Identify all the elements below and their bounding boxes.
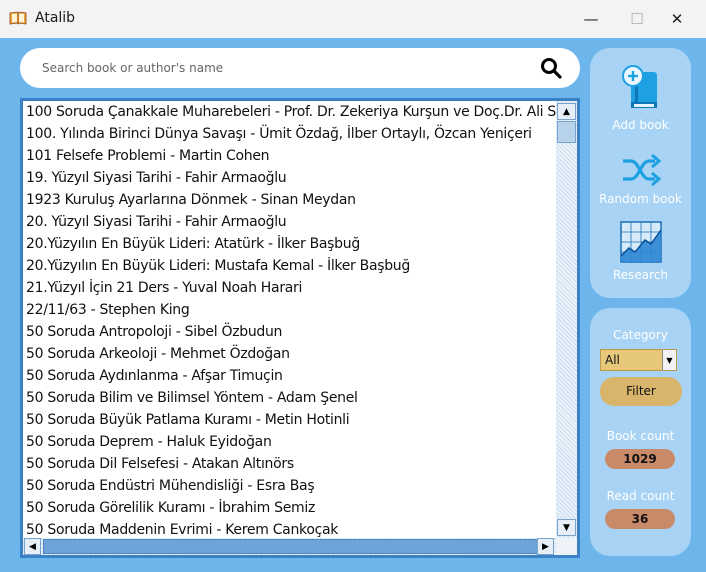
- research-label: Research: [612, 268, 669, 282]
- research-button[interactable]: Research: [590, 220, 691, 282]
- book-list-item[interactable]: 50 Soruda Bilim ve Bilimsel Yöntem - Ada…: [23, 387, 556, 409]
- search-bar: Search book or author's name: [20, 48, 580, 88]
- book-list-item[interactable]: 50 Soruda Dil Felsefesi - Atakan Altınör…: [23, 453, 556, 475]
- read-count-badge: 36: [605, 509, 675, 529]
- book-list[interactable]: 100 Soruda Çanakkale Muharebeleri - Prof…: [20, 98, 580, 558]
- book-list-item[interactable]: 50 Soruda Deprem - Haluk Eyidoğan: [23, 431, 556, 453]
- minimize-button[interactable]: —: [568, 0, 614, 38]
- read-count-label: Read count: [606, 489, 675, 503]
- maximize-icon: ☐: [630, 10, 644, 28]
- book-app-icon: [9, 11, 27, 25]
- title-bar: Atalib — ☐ ✕: [0, 0, 706, 38]
- book-count-label: Book count: [606, 429, 675, 443]
- search-icon[interactable]: [540, 57, 562, 79]
- category-select[interactable]: All ▼: [600, 349, 677, 371]
- add-book-label: Add book: [612, 118, 669, 132]
- minimize-icon: —: [583, 10, 599, 28]
- close-button[interactable]: ✕: [654, 0, 700, 38]
- search-input[interactable]: Search book or author's name: [42, 61, 223, 75]
- book-list-item[interactable]: 50 Soruda Büyük Patlama Kuramı - Metin H…: [23, 409, 556, 431]
- book-list-item[interactable]: 1923 Kuruluş Ayarlarına Dönmek - Sinan M…: [23, 189, 556, 211]
- book-list-item[interactable]: 101 Felsefe Problemi - Martin Cohen: [23, 145, 556, 167]
- book-list-item[interactable]: 50 Soruda Görelilik Kuramı - İbrahim Sem…: [23, 497, 556, 519]
- scrollbar-corner: [556, 538, 577, 555]
- scroll-up-button[interactable]: ▲: [557, 103, 576, 120]
- book-list-item[interactable]: 19. Yüzyıl Siyasi Tarihi - Fahir Armaoğl…: [23, 167, 556, 189]
- book-list-item[interactable]: 50 Soruda Arkeoloji - Mehmet Özdoğan: [23, 343, 556, 365]
- filter-panel: Category All ▼ Filter Book count 1029 Re…: [590, 308, 691, 556]
- book-list-item[interactable]: 20. Yüzyıl Siyasi Tarihi - Fahir Armaoğl…: [23, 211, 556, 233]
- book-list-item[interactable]: 21.Yüzyıl İçin 21 Ders - Yuval Noah Hara…: [23, 277, 556, 299]
- book-count-badge: 1029: [605, 449, 675, 469]
- book-list-item[interactable]: 50 Soruda Aydınlanma - Afşar Timuçin: [23, 365, 556, 387]
- add-book-icon: [621, 65, 657, 108]
- chevron-down-icon[interactable]: ▼: [662, 350, 676, 370]
- chart-research-icon: [619, 221, 662, 263]
- tools-panel: Add book Random book Research: [590, 48, 691, 298]
- random-book-button[interactable]: Random book: [590, 152, 691, 206]
- filter-button[interactable]: Filter: [600, 377, 682, 406]
- horizontal-scroll-thumb[interactable]: [43, 539, 538, 554]
- book-list-item[interactable]: 100 Soruda Çanakkale Muharebeleri - Prof…: [23, 101, 556, 123]
- book-list-item[interactable]: 20.Yüzyılın En Büyük Lideri: Mustafa Kem…: [23, 255, 556, 277]
- vertical-scroll-thumb[interactable]: [557, 121, 576, 143]
- window-title: Atalib: [35, 10, 76, 26]
- close-icon: ✕: [670, 10, 684, 28]
- add-book-button[interactable]: Add book: [590, 62, 691, 132]
- book-list-item[interactable]: 100. Yılında Birinci Dünya Savaşı - Ümit…: [23, 123, 556, 145]
- scroll-left-button[interactable]: ◀: [24, 538, 41, 555]
- book-list-item[interactable]: 20.Yüzyılın En Büyük Lideri: Atatürk - İ…: [23, 233, 556, 255]
- shuffle-icon: [622, 153, 661, 187]
- category-label: Category: [613, 328, 668, 342]
- book-list-items: 100 Soruda Çanakkale Muharebeleri - Prof…: [23, 101, 556, 538]
- book-list-item[interactable]: 50 Soruda Antropoloji - Sibel Özbudun: [23, 321, 556, 343]
- vertical-scrollbar[interactable]: ▲ ▼: [556, 101, 577, 538]
- scroll-down-button[interactable]: ▼: [557, 519, 576, 536]
- book-list-item[interactable]: 50 Soruda Maddenin Evrimi - Kerem Cankoç…: [23, 519, 556, 538]
- horizontal-scrollbar[interactable]: ◀ ▶: [23, 538, 556, 555]
- category-select-value: All: [605, 353, 620, 367]
- book-list-item[interactable]: 50 Soruda Endüstri Mühendisliği - Esra B…: [23, 475, 556, 497]
- scroll-right-button[interactable]: ▶: [537, 538, 554, 555]
- book-list-item[interactable]: 22/11/63 - Stephen King: [23, 299, 556, 321]
- random-book-label: Random book: [599, 192, 682, 206]
